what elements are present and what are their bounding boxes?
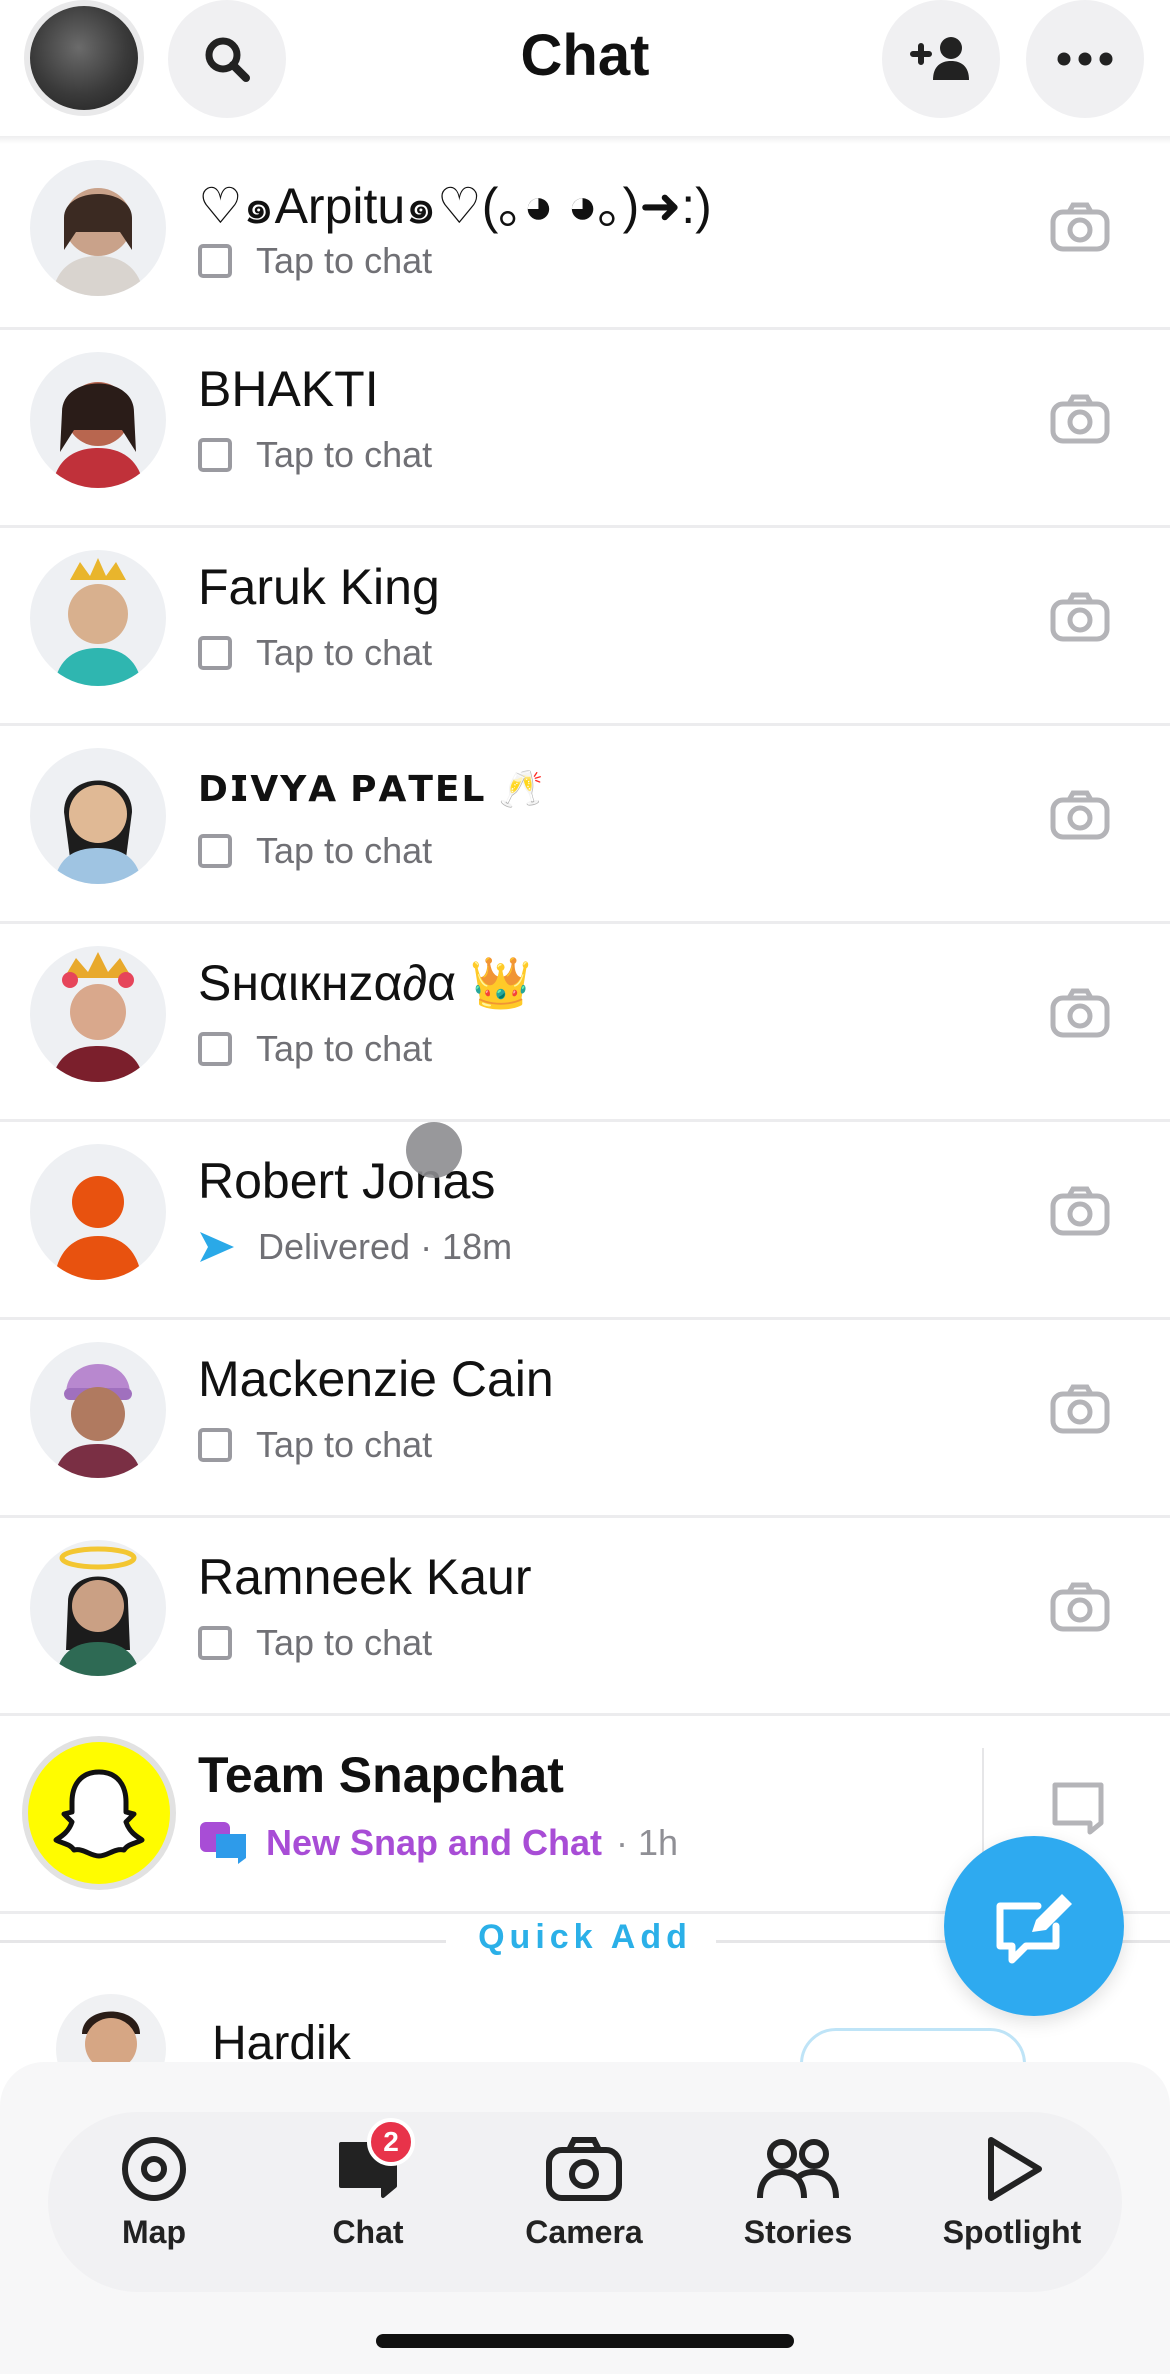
avatar [56,1994,166,2062]
status-text: Tap to chat [256,1424,433,1465]
chat-list: ♡๑Arpitu๑♡(｡◕ ◕｡)➜:) Tap to chat BHAKTI … [0,144,1170,1914]
touch-indicator [406,1122,462,1178]
avatar [30,160,166,296]
chat-row[interactable]: Sнαιкнzα∂α 👑 Tap to chat [0,924,1170,1122]
avatar [30,748,166,884]
chat-bubble-icon [198,834,232,868]
camera-icon[interactable] [1050,202,1110,252]
chat-bubble-icon [198,636,232,670]
status-time: · 1h [616,1822,679,1863]
status-text: Delivered · 18m [258,1226,513,1267]
chat-name: Mackenzie Cain [198,1351,554,1407]
nav-map[interactable]: Map [64,2134,244,2251]
nav-stories[interactable]: Stories [708,2134,888,2251]
avatar [30,1144,166,1280]
nav-label: Spotlight [942,2214,1082,2250]
chat-row[interactable]: Mackenzie Cain Tap to chat [0,1320,1170,1518]
chat-bubble-icon [198,438,232,472]
quick-add-name: Hardik [212,2017,351,2062]
status-text: Tap to chat [256,632,433,673]
avatar [30,1342,166,1478]
add-friend-button[interactable] [882,0,1000,118]
add-button[interactable] [800,2028,1026,2062]
avatar [30,946,166,1082]
chat-status: New Snap and Chat · 1h [198,1820,678,1866]
status-text: Tap to chat [256,830,433,871]
status-text: New Snap and Chat [266,1822,603,1863]
chat-row[interactable]: 𝗗𝗜𝗩𝗬𝗔 𝗣𝗔𝗧𝗘𝗟 🥂 Tap to chat [0,726,1170,924]
chat-bubble-icon [198,1626,232,1660]
status-text: Tap to chat [256,434,433,475]
chat-status: Tap to chat [198,1622,432,1664]
camera-icon[interactable] [1050,592,1110,642]
camera-icon[interactable] [1050,1582,1110,1632]
camera-icon[interactable] [1050,394,1110,444]
camera-icon[interactable] [1050,988,1110,1038]
chat-status: Tap to chat [198,1424,432,1466]
bottom-nav-container: Map 2 Chat Camera Stories Spotlight [0,2062,1170,2374]
chat-row[interactable]: BHAKTI Tap to chat [0,330,1170,528]
avatar [30,550,166,686]
chat-name: BHAKTI [198,361,379,417]
chat-name: Sнαιкнzα∂α 👑 [198,955,533,1011]
chat-status: Tap to chat [198,632,432,674]
snapchat-ghost-avatar [22,1736,176,1890]
chat-name: Team Snapchat [198,1747,564,1803]
header-divider [0,136,1170,144]
spotlight-play-icon [988,2137,1042,2201]
chat-status: Tap to chat [198,240,432,282]
bottom-nav: Map 2 Chat Camera Stories Spotlight [48,2112,1122,2292]
more-button[interactable] [1026,0,1144,118]
chat-row[interactable]: ♡๑Arpitu๑♡(｡◕ ◕｡)➜:) Tap to chat [0,144,1170,330]
chat-bubble-icon [198,1428,232,1462]
camera-icon[interactable] [1050,1186,1110,1236]
camera-icon[interactable] [1050,1384,1110,1434]
delivered-arrow-icon [200,1232,234,1262]
chat-bubble-icon [198,244,232,278]
chat-row[interactable]: Ramneek Kaur Tap to chat [0,1518,1170,1716]
chat-status: Delivered · 18m [198,1226,512,1268]
unread-badge: 2 [367,2118,415,2166]
chat-status: Tap to chat [198,1028,432,1070]
home-indicator [376,2334,794,2348]
nav-camera[interactable]: Camera [494,2134,674,2251]
new-chat-button[interactable] [944,1836,1124,2016]
map-pin-icon [122,2137,186,2201]
stories-icon [757,2139,839,2199]
chat-status: Tap to chat [198,830,432,872]
chat-row[interactable]: Robert Jonas Delivered · 18m [0,1122,1170,1320]
nav-label: Camera [525,2214,643,2250]
more-icon [1057,52,1113,66]
chat-row[interactable]: Faruk King Tap to chat [0,528,1170,726]
chat-bubble-icon [198,1032,232,1066]
header: Chat [0,0,1170,144]
camera-icon [546,2137,622,2201]
nav-label: Chat [332,2214,404,2250]
nav-chat[interactable]: 2 Chat [278,2118,458,2251]
chat-status: Tap to chat [198,434,432,476]
status-text: Tap to chat [256,1622,433,1663]
snap-and-chat-icon [200,1822,246,1864]
avatar [30,352,166,488]
status-text: Tap to chat [256,240,433,281]
nav-label: Stories [743,2214,853,2250]
chat-name: Faruk King [198,559,440,615]
add-friend-icon [910,37,969,80]
nav-spotlight[interactable]: Spotlight [922,2134,1102,2251]
status-text: Tap to chat [256,1028,433,1069]
chat-bubble-icon[interactable] [1050,1780,1106,1836]
nav-label: Map [122,2214,186,2250]
avatar [30,1540,166,1676]
chat-name: 𝗗𝗜𝗩𝗬𝗔 𝗣𝗔𝗧𝗘𝗟 🥂 [198,768,546,809]
chat-name: Ramneek Kaur [198,1549,532,1605]
chat-name: ♡๑Arpitu๑♡(｡◕ ◕｡)➜:) [198,178,712,234]
compose-chat-icon [996,1894,1072,1964]
camera-icon[interactable] [1050,790,1110,840]
